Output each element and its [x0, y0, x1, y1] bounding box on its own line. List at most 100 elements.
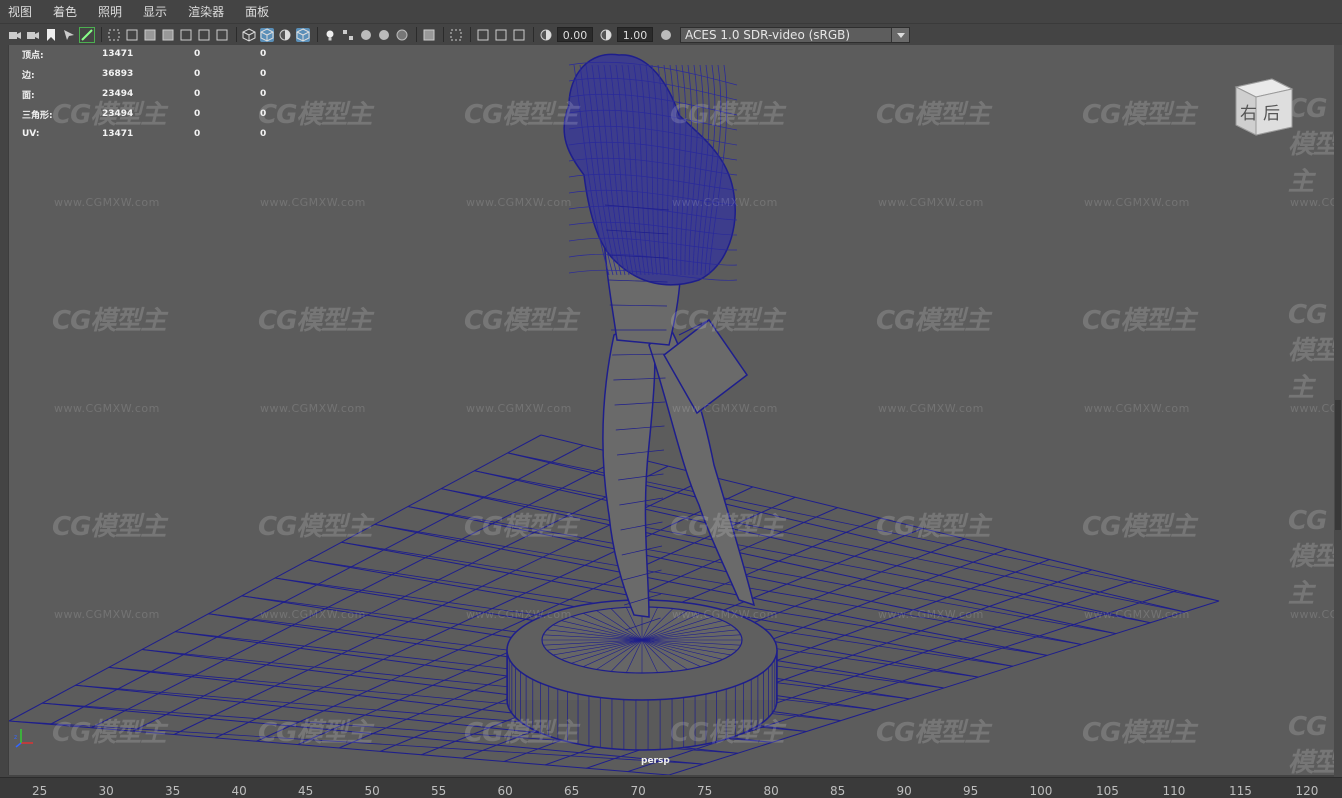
- menu-item-5[interactable]: 面板: [243, 3, 271, 20]
- view-cube[interactable]: 右后: [1230, 75, 1296, 137]
- view-cube-label: 右后: [1240, 104, 1286, 124]
- figure-hair: [563, 53, 736, 286]
- watermark-url: www.CGMXW.com: [1084, 402, 1190, 415]
- toolbar-separator: [416, 27, 417, 42]
- film-gate-icon[interactable]: [125, 28, 139, 42]
- menu-item-1[interactable]: 着色: [51, 3, 79, 20]
- toolbar-separator: [470, 27, 471, 42]
- watermark-logo: CG模型主: [464, 100, 578, 130]
- watermark-url: www.CGMXW.com: [54, 196, 160, 209]
- snap-icon[interactable]: [62, 28, 76, 42]
- color-management-icon[interactable]: [659, 28, 673, 42]
- timeline-tick-label: 45: [298, 784, 314, 798]
- anti-alias-icon[interactable]: [395, 28, 409, 42]
- hud-selected: 0: [194, 109, 201, 119]
- isolate-select-icon[interactable]: [449, 28, 463, 42]
- hud-label: 边:: [22, 70, 35, 81]
- watermark-logo: CG模型主: [258, 512, 372, 542]
- gamma-icon[interactable]: [599, 28, 613, 42]
- time-slider[interactable]: 25 30 35 40 45 50 55 60 65 70 75 80 85 90 95 100 105 110 1…: [0, 777, 1342, 798]
- hud-label: 面:: [22, 90, 35, 101]
- scrollbar[interactable]: [1335, 400, 1341, 530]
- watermark-url: www.CGMXW.com: [260, 402, 366, 415]
- hud-row: 顶点: 13471 0 0: [22, 44, 266, 64]
- safe-title-icon[interactable]: [215, 28, 229, 42]
- hud-selected: 0: [194, 129, 201, 139]
- hud-label: 三角形:: [22, 110, 53, 121]
- shadows-icon[interactable]: [341, 28, 355, 42]
- pen-icon[interactable]: [79, 26, 95, 43]
- hud-selected: 0: [194, 69, 201, 79]
- bookmark-icon[interactable]: [44, 28, 58, 42]
- exposure-field[interactable]: 0.00: [557, 27, 593, 42]
- grid-icon[interactable]: [107, 28, 121, 42]
- hud-triangle: 0: [260, 109, 267, 119]
- watermark-logo: CG模型主: [1082, 718, 1196, 748]
- default-material-icon[interactable]: [278, 28, 292, 42]
- hud-value: 23494: [102, 109, 134, 119]
- watermark-logo: CG模型主: [670, 718, 784, 748]
- watermark-url: www.CGMXW.com: [260, 196, 366, 209]
- camera-name-label: persp: [641, 756, 670, 766]
- depth-of-field-icon[interactable]: [422, 28, 436, 42]
- view-transform-dropdown[interactable]: ACES 1.0 SDR-video (sRGB): [680, 26, 910, 43]
- smooth-shade-icon[interactable]: [260, 27, 274, 42]
- watermark-url: www.CGMXW.com: [878, 196, 984, 209]
- watermark-logo: CG模型主: [52, 512, 166, 542]
- hud-selected: 0: [194, 89, 201, 99]
- watermark-url: www.CGMXW.com: [1084, 608, 1190, 621]
- axis-gizmo: z: [13, 725, 37, 749]
- motion-blur-icon[interactable]: [377, 28, 391, 42]
- camera-icon[interactable]: [8, 28, 22, 42]
- toolbar-separator: [236, 27, 237, 42]
- hud-row: UV: 13471 0 0: [22, 124, 266, 144]
- chevron-down-icon[interactable]: [891, 27, 909, 42]
- exposure-icon[interactable]: [539, 28, 553, 42]
- timeline-tick-label: 25: [32, 784, 48, 798]
- backface-icon[interactable]: [512, 28, 526, 42]
- wireframe-icon[interactable]: [242, 27, 256, 42]
- xray-joints-icon[interactable]: [494, 28, 508, 42]
- timeline-tick-label: 35: [165, 784, 181, 798]
- watermark-logo: CG模型主: [258, 718, 372, 748]
- watermark-logo: CG模型主: [670, 512, 784, 542]
- timeline-tick-label: 95: [963, 784, 979, 798]
- timeline-tick-label: 75: [697, 784, 713, 798]
- watermark-logo: CG模型主: [1082, 100, 1196, 130]
- field-chart-icon[interactable]: [179, 28, 193, 42]
- gamma-field[interactable]: 1.00: [617, 27, 653, 42]
- use-all-lights-icon[interactable]: [323, 28, 337, 42]
- menu-item-3[interactable]: 显示: [141, 3, 169, 20]
- timeline-tick-label: 65: [564, 784, 580, 798]
- figure-leg-left: [602, 313, 656, 618]
- watermark-logo: CG模型主: [876, 306, 990, 336]
- timeline-tick-label: 85: [830, 784, 846, 798]
- watermark-url: www.CGMXW.com: [1084, 196, 1190, 209]
- grid-diagonal: [474, 470, 1185, 613]
- menu-item-0[interactable]: 视图: [6, 3, 34, 20]
- xray-icon[interactable]: [476, 28, 490, 42]
- menu-item-2[interactable]: 照明: [96, 3, 124, 20]
- hud-value: 36893: [102, 69, 134, 79]
- textured-icon[interactable]: [296, 27, 310, 42]
- panel-menubar: 视图 着色 照明 显示 渲染器 面板: [0, 0, 1342, 24]
- hud-row: 面: 23494 0 0: [22, 84, 266, 104]
- timeline-tick-label: 40: [231, 784, 247, 798]
- camera-attr-icon[interactable]: [26, 28, 40, 42]
- watermark-logo: CG模型主: [52, 306, 166, 336]
- screen-space-ao-icon[interactable]: [359, 28, 373, 42]
- safe-action-icon[interactable]: [197, 28, 211, 42]
- poly-count-hud: 顶点: 13471 0 0 边: 36893 0 0 面: 23494 0 0 三角形: 23494 0 0 U…: [22, 44, 266, 144]
- hud-value: 13471: [102, 49, 134, 59]
- watermark-url: www.CGMXW.com: [672, 402, 778, 415]
- watermark-url: www.CGMXW.com: [466, 196, 572, 209]
- menu-item-4[interactable]: 渲染器: [186, 3, 226, 20]
- resolution-gate-icon[interactable]: [143, 28, 157, 42]
- timeline-tick-label: 120: [1295, 784, 1319, 798]
- toolbar-separator: [533, 27, 534, 42]
- hud-row: 边: 36893 0 0: [22, 64, 266, 84]
- timeline-tick-label: 80: [763, 784, 779, 798]
- gate-mask-icon[interactable]: [161, 28, 175, 42]
- toolbar-separator: [101, 27, 102, 42]
- timeline-tick-label: 70: [630, 784, 646, 798]
